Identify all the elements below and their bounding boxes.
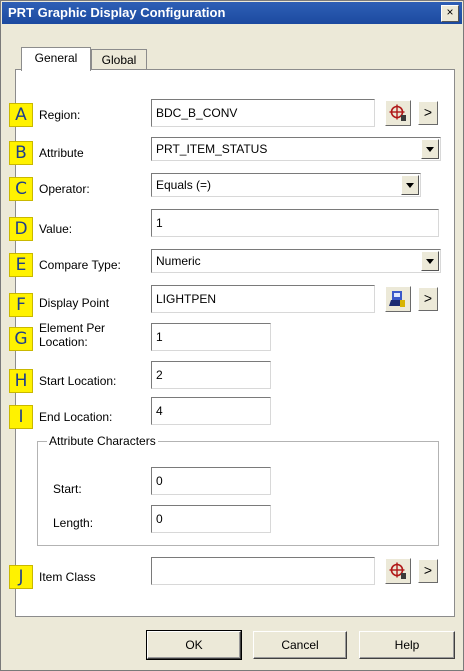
chevron-down-icon[interactable] xyxy=(421,139,439,159)
display-point-field[interactable]: LIGHTPEN xyxy=(151,285,375,313)
chevron-down-icon[interactable] xyxy=(401,175,419,195)
attribute-start-field[interactable]: 0 xyxy=(151,467,271,495)
compare-type-label: Compare Type: xyxy=(39,258,121,272)
region-picker-button[interactable] xyxy=(385,100,411,126)
operator-label: Operator: xyxy=(39,182,90,196)
end-location-label: End Location: xyxy=(39,410,113,424)
element-per-location-label-line1: Element Per xyxy=(39,321,106,335)
badge-c: C xyxy=(9,177,33,201)
badge-i: I xyxy=(9,405,33,429)
close-button[interactable]: × xyxy=(441,5,459,22)
display-point-next-button[interactable]: > xyxy=(418,287,438,311)
region-label: Region: xyxy=(39,108,81,122)
operator-dropdown[interactable]: Equals (=) xyxy=(151,173,421,197)
region-next-button[interactable]: > xyxy=(418,101,438,125)
region-field[interactable]: BDC_B_CONV xyxy=(151,99,375,127)
value-label: Value: xyxy=(39,222,73,236)
attribute-label: Attribute xyxy=(39,146,84,160)
display-point-picker-icon xyxy=(389,291,405,307)
badge-j: J xyxy=(9,565,33,589)
badge-g: G xyxy=(9,327,33,351)
item-class-picker-button[interactable] xyxy=(385,558,411,584)
attribute-length-label: Length: xyxy=(53,516,94,530)
dialog-window: PRT Graphic Display Configuration × Gene… xyxy=(0,0,464,671)
attribute-length-field[interactable]: 0 xyxy=(151,505,271,533)
display-point-label: Display Point xyxy=(39,296,110,310)
tab-global[interactable]: Global xyxy=(91,49,147,71)
badge-d: D xyxy=(9,217,33,241)
item-class-label: Item Class xyxy=(39,570,96,584)
compare-type-selected-value: Numeric xyxy=(156,254,201,268)
element-per-location-field[interactable]: 1 xyxy=(151,323,271,351)
display-point-picker-button[interactable] xyxy=(385,286,411,312)
item-class-picker-icon xyxy=(389,562,406,579)
tab-general[interactable]: General xyxy=(21,47,91,71)
badge-h: H xyxy=(9,369,33,393)
value-field[interactable]: 1 xyxy=(151,209,439,237)
region-picker-icon xyxy=(389,104,406,121)
ok-button[interactable]: OK xyxy=(146,630,242,660)
attribute-start-label: Start: xyxy=(53,482,82,496)
attribute-dropdown[interactable]: PRT_ITEM_STATUS xyxy=(151,137,441,161)
dialog-title: PRT Graphic Display Configuration xyxy=(8,5,226,20)
element-per-location-label-line2: Location: xyxy=(39,335,88,349)
badge-f: F xyxy=(9,293,33,317)
compare-type-dropdown[interactable]: Numeric xyxy=(151,249,441,273)
cancel-button[interactable]: Cancel xyxy=(253,631,347,659)
badge-a: A xyxy=(9,103,33,127)
title-bar[interactable]: PRT Graphic Display Configuration × xyxy=(2,2,462,24)
start-location-field[interactable]: 2 xyxy=(151,361,271,389)
item-class-field[interactable] xyxy=(151,557,375,585)
end-location-field[interactable]: 4 xyxy=(151,397,271,425)
attribute-characters-label: Attribute Characters xyxy=(47,434,158,448)
help-button[interactable]: Help xyxy=(359,631,455,659)
badge-b: B xyxy=(9,141,33,165)
badge-e: E xyxy=(9,253,33,277)
item-class-next-button[interactable]: > xyxy=(418,559,438,583)
start-location-label: Start Location: xyxy=(39,374,117,388)
operator-selected-value: Equals (=) xyxy=(156,178,212,192)
attribute-selected-value: PRT_ITEM_STATUS xyxy=(156,142,268,156)
chevron-down-icon[interactable] xyxy=(421,251,439,271)
